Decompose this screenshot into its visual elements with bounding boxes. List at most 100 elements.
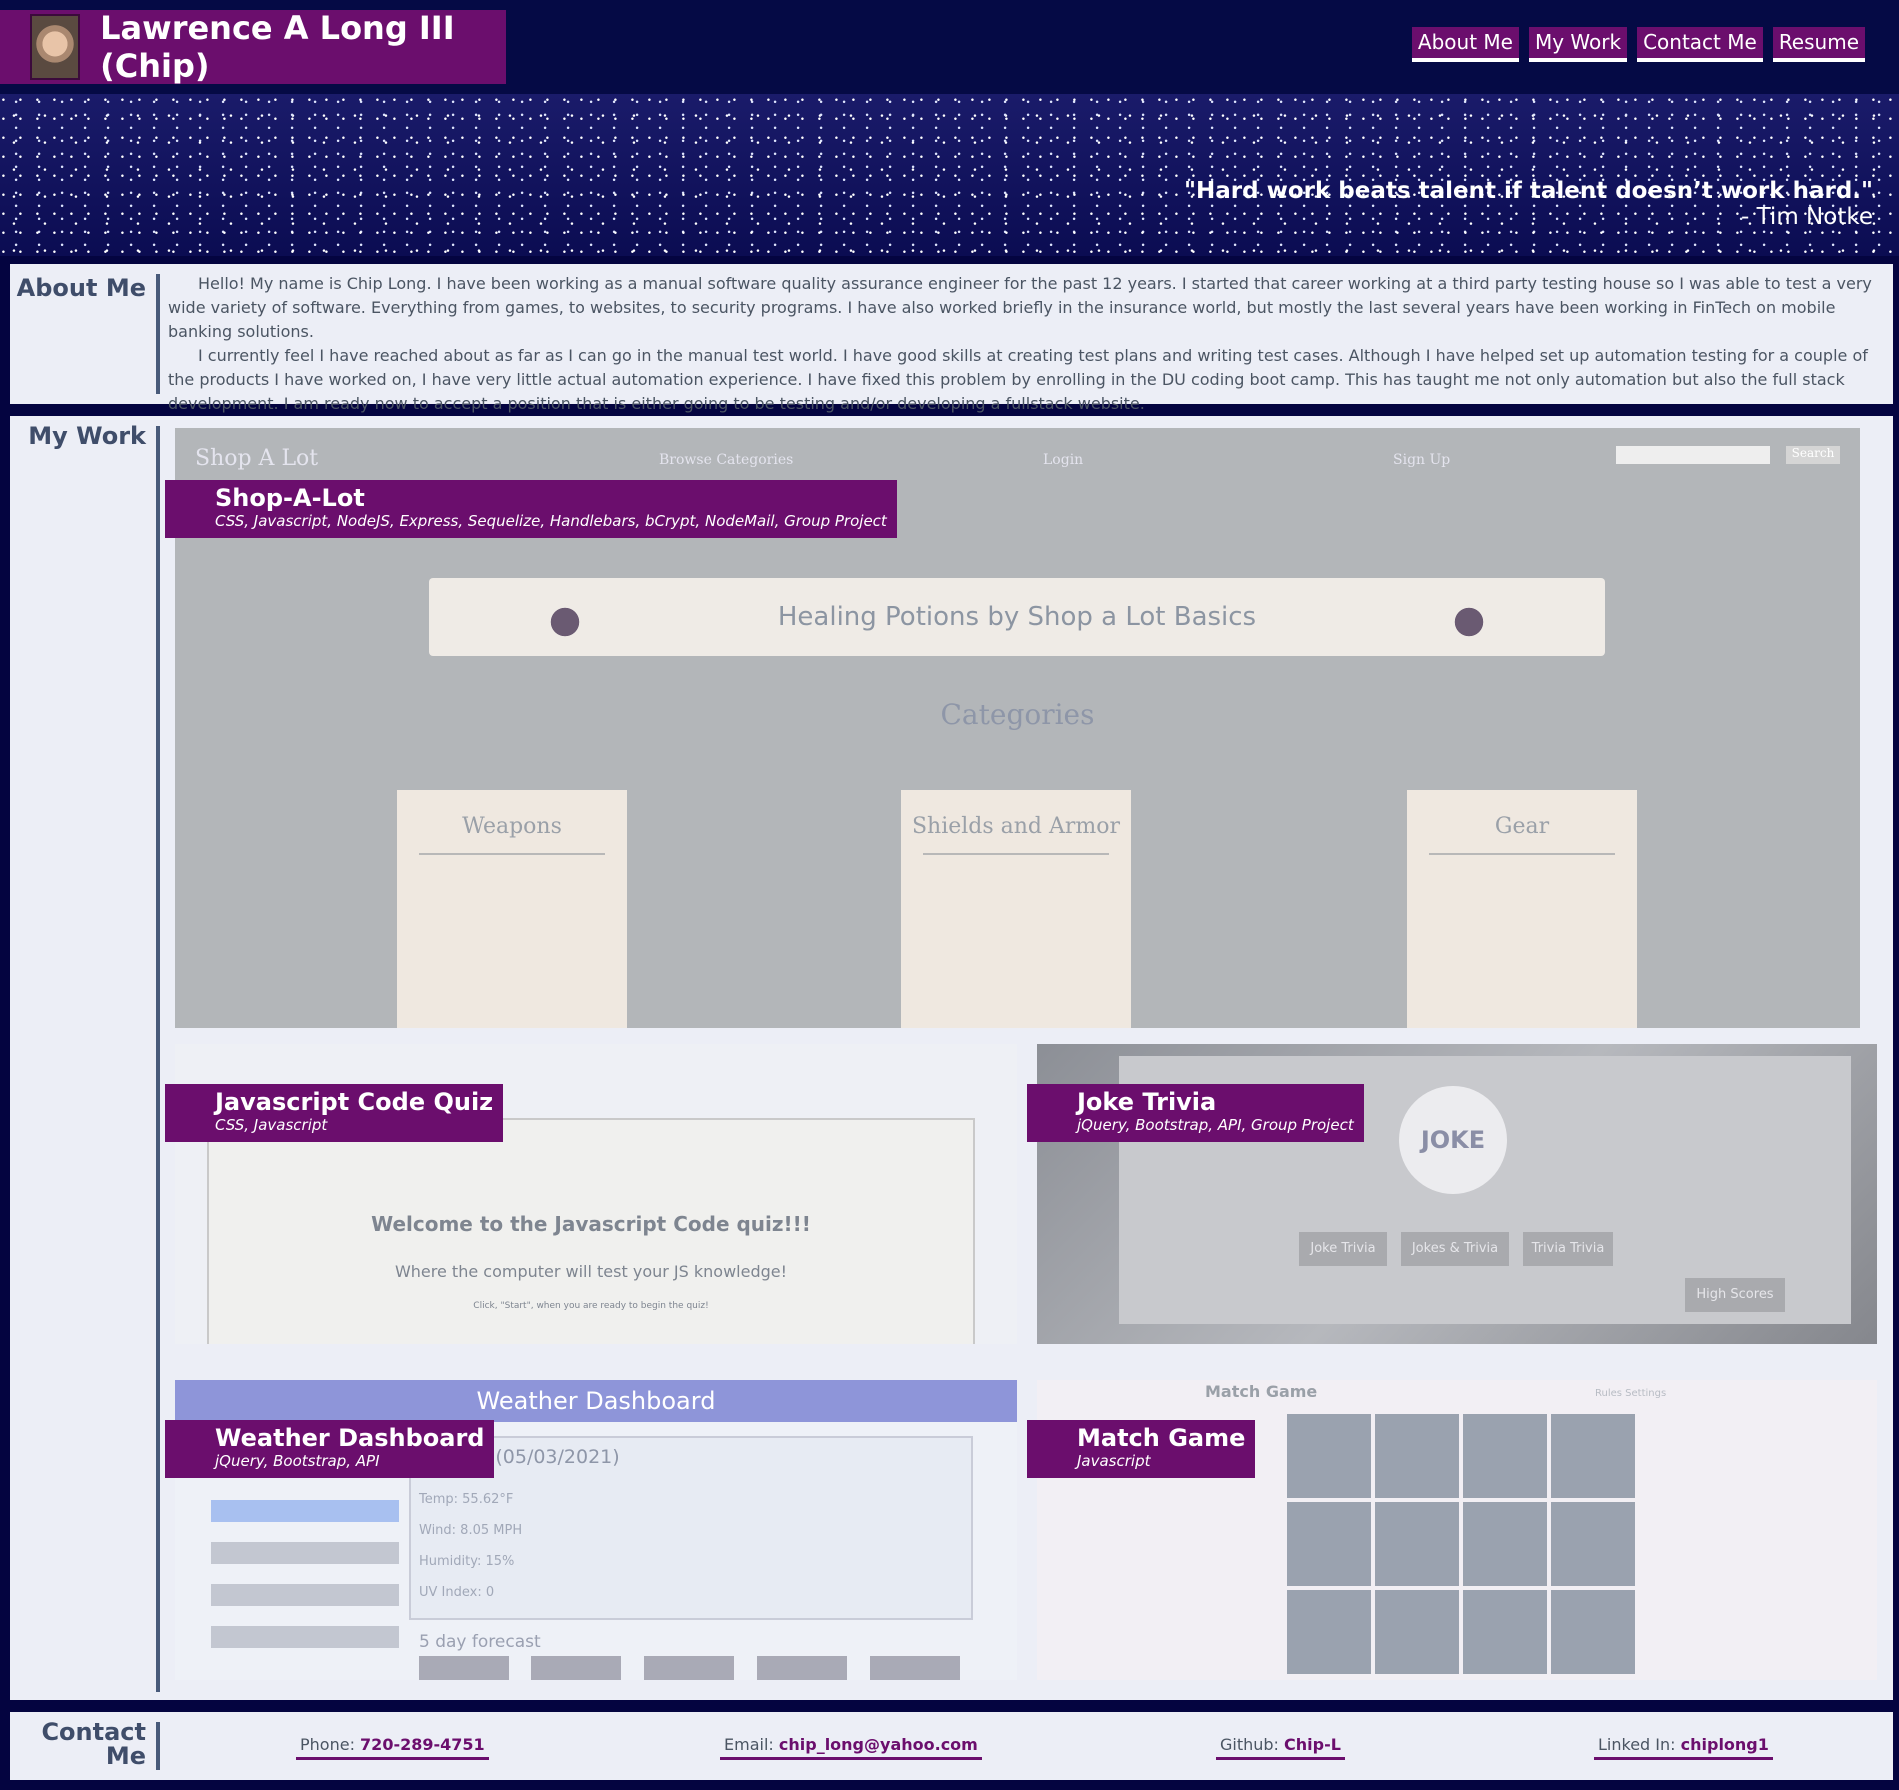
match-tile bbox=[1287, 1590, 1371, 1674]
match-tile bbox=[1287, 1502, 1371, 1586]
preview-banner: Healing Potions by Shop a Lot Basics bbox=[429, 578, 1605, 656]
match-tile bbox=[1375, 1502, 1459, 1586]
project-tech: CSS, Javascript, NodeJS, Express, Sequel… bbox=[215, 512, 887, 530]
project-tag[interactable]: Shop-A-Lot CSS, Javascript, NodeJS, Expr… bbox=[165, 480, 897, 538]
preview-forecast-card bbox=[870, 1656, 960, 1680]
preview-match-grid bbox=[1287, 1414, 1635, 1674]
preview-weather-humidity: Humidity: 15% bbox=[419, 1554, 515, 1569]
project-tag[interactable]: Match Game Javascript bbox=[1027, 1420, 1256, 1478]
hero-quote: "Hard work beats talent if talent doesn’… bbox=[1184, 178, 1873, 230]
nav-my-work[interactable]: My Work bbox=[1528, 27, 1628, 62]
match-tile bbox=[1463, 1414, 1547, 1498]
section-divider bbox=[156, 426, 160, 1692]
project-title: Weather Dashboard bbox=[215, 1424, 485, 1452]
preview-card-title: Gear bbox=[1494, 814, 1550, 839]
project-card[interactable]: Weather Dashboard nerville (05/03/2021) … bbox=[165, 1380, 1017, 1680]
preview-nav-link: Sign Up bbox=[1393, 452, 1451, 468]
preview-banner-text: Healing Potions by Shop a Lot Basics bbox=[777, 602, 1257, 632]
brand-block: Lawrence A Long III (Chip) bbox=[0, 9, 506, 85]
about-text: Hello! My name is Chip Long. I have been… bbox=[168, 272, 1887, 416]
project-tech: jQuery, Bootstrap, API, Group Project bbox=[1077, 1116, 1354, 1134]
match-tile bbox=[1463, 1590, 1547, 1674]
preview-quiz-box: Welcome to the Javascript Code quiz!!! W… bbox=[207, 1118, 975, 1344]
preview-weather-uv: UV Index: 0 bbox=[419, 1585, 495, 1600]
section-divider bbox=[156, 1722, 160, 1770]
match-tile bbox=[1463, 1502, 1547, 1586]
phone-link[interactable]: 720-289-4751 bbox=[360, 1735, 485, 1754]
project-title: Javascript Code Quiz bbox=[215, 1088, 494, 1116]
project-tech: Javascript bbox=[1077, 1452, 1151, 1470]
avatar bbox=[30, 14, 81, 80]
preview-weather-city-button bbox=[211, 1584, 399, 1606]
preview-weather-wind: Wind: 8.05 MPH bbox=[419, 1523, 523, 1538]
project-card[interactable]: Match Game Rules Settings Match Game Jav… bbox=[1027, 1380, 1877, 1680]
preview-weather-title: Weather Dashboard bbox=[175, 1380, 1017, 1422]
project-tag[interactable]: Javascript Code Quiz CSS, Javascript bbox=[165, 1084, 504, 1142]
main-nav: About Me My Work Contact Me Resume bbox=[1411, 27, 1865, 62]
preview-trivia-scores: High Scores bbox=[1685, 1278, 1785, 1312]
nav-resume[interactable]: Resume bbox=[1772, 27, 1865, 62]
contact-github: Github: Chip-L bbox=[1216, 1735, 1345, 1760]
preview-search-input bbox=[1616, 446, 1770, 464]
match-tile bbox=[1551, 1590, 1635, 1674]
preview-weather-forecast: 5 day forecast bbox=[419, 1632, 541, 1652]
preview-trivia-button: Trivia Trivia bbox=[1523, 1232, 1613, 1266]
contact-label: Phone: bbox=[300, 1735, 355, 1754]
preview-card-title: Weapons bbox=[462, 814, 562, 839]
preview-weather-city-button bbox=[211, 1542, 399, 1564]
project-card[interactable]: JOKE TRIVIA Joke Trivia Jokes & Trivia T… bbox=[1027, 1044, 1877, 1344]
preview-match-options: Rules Settings bbox=[1595, 1388, 1667, 1399]
project-title: Joke Trivia bbox=[1077, 1088, 1217, 1116]
preview-weather-temp: Temp: 55.62°F bbox=[419, 1492, 514, 1507]
match-tile bbox=[1375, 1414, 1459, 1498]
match-tile bbox=[1551, 1414, 1635, 1498]
preview-category-card: Gear bbox=[1407, 790, 1637, 1028]
card-divider bbox=[419, 853, 605, 855]
about-paragraph: Hello! My name is Chip Long. I have been… bbox=[168, 274, 1872, 341]
preview-trivia-button: Jokes & Trivia bbox=[1401, 1232, 1509, 1266]
project-card[interactable]: Shop A Lot Browse Categories Login Sign … bbox=[165, 428, 1860, 1028]
preview-quiz-hint: Click, "Start", when you are ready to be… bbox=[473, 1301, 709, 1311]
preview-weather-search bbox=[211, 1500, 399, 1522]
project-tech: jQuery, Bootstrap, API bbox=[215, 1452, 380, 1470]
preview-weather-city-button bbox=[211, 1626, 399, 1648]
preview-forecast-card bbox=[419, 1656, 509, 1680]
site-header: Lawrence A Long III (Chip) About Me My W… bbox=[0, 0, 1899, 94]
preview-categories-heading: Categories bbox=[940, 698, 1095, 731]
work-section: My Work Shop A Lot Browse Categories Log… bbox=[10, 416, 1893, 1700]
preview-trivia-button: Joke Trivia bbox=[1299, 1232, 1387, 1266]
contact-label: Linked In: bbox=[1598, 1735, 1676, 1754]
contact-section: Contact Me Phone: 720-289-4751 Email: ch… bbox=[10, 1712, 1893, 1780]
preview-quiz-welcome: Welcome to the Javascript Code quiz!!! bbox=[371, 1212, 811, 1236]
preview-forecast-card bbox=[757, 1656, 847, 1680]
match-tile bbox=[1287, 1414, 1371, 1498]
contact-phone: Phone: 720-289-4751 bbox=[296, 1735, 489, 1760]
nav-contact-me[interactable]: Contact Me bbox=[1637, 27, 1763, 62]
section-title: Contact Me bbox=[41, 1718, 146, 1770]
preview-category-card: Shields and Armor bbox=[901, 790, 1131, 1028]
linkedin-link[interactable]: chiplong1 bbox=[1681, 1735, 1769, 1754]
preview-quiz-sub: Where the computer will test your JS kno… bbox=[394, 1262, 788, 1281]
section-divider bbox=[156, 274, 160, 394]
potion-icon bbox=[545, 598, 585, 638]
card-divider bbox=[923, 853, 1109, 855]
section-title: About Me bbox=[16, 274, 146, 302]
contact-linkedin: Linked In: chiplong1 bbox=[1594, 1735, 1773, 1760]
github-link[interactable]: Chip-L bbox=[1284, 1735, 1341, 1754]
site-title: Lawrence A Long III (Chip) bbox=[100, 9, 455, 85]
preview-trivia-logo: JOKE TRIVIA bbox=[1399, 1086, 1507, 1262]
email-link[interactable]: chip_long@yahoo.com bbox=[779, 1735, 978, 1754]
contact-label: Email: bbox=[724, 1735, 774, 1754]
project-tag[interactable]: Weather Dashboard jQuery, Bootstrap, API bbox=[165, 1420, 495, 1478]
preview-card-title: Shields and Armor bbox=[911, 814, 1121, 839]
preview-logo: Shop A Lot bbox=[195, 446, 319, 471]
hero-banner: "Hard work beats talent if talent doesn’… bbox=[0, 94, 1899, 256]
preview-nav-link: Browse Categories bbox=[659, 452, 794, 468]
section-title: My Work bbox=[28, 422, 146, 450]
project-tag[interactable]: Joke Trivia jQuery, Bootstrap, API, Grou… bbox=[1027, 1084, 1364, 1142]
match-tile bbox=[1375, 1590, 1459, 1674]
project-title: Match Game bbox=[1077, 1424, 1246, 1452]
nav-about-me[interactable]: About Me bbox=[1411, 27, 1519, 62]
project-card[interactable]: Welcome to the Javascript Code quiz!!! W… bbox=[165, 1044, 1017, 1344]
preview-category-card: Weapons bbox=[397, 790, 627, 1028]
